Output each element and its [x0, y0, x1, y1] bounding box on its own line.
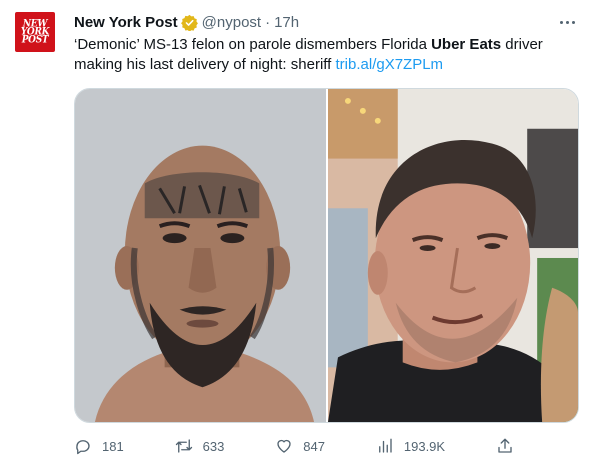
avatar-logo-line-3: POST — [21, 34, 49, 46]
reply-count: 181 — [102, 438, 124, 454]
tweet-header: New York Post @nypost · 17h — [74, 12, 299, 32]
avatar[interactable]: NEW YORK POST — [15, 12, 55, 52]
header-separator: · — [265, 13, 271, 31]
reply-button[interactable]: 181 — [74, 437, 124, 455]
reply-icon — [76, 440, 90, 455]
more-options-icon[interactable] — [557, 12, 577, 32]
heart-icon — [277, 439, 291, 453]
retweet-icon — [175, 439, 192, 453]
tweet-timestamp[interactable]: 17h — [274, 14, 299, 31]
tweet-link[interactable]: trib.al/gX7ZPLm — [336, 56, 444, 73]
account-handle[interactable]: @nypost — [202, 14, 261, 31]
tweet-media[interactable] — [74, 88, 579, 423]
retweet-count: 633 — [202, 438, 225, 454]
mugshot-photo[interactable] — [75, 89, 326, 422]
tweet-text: ‘Demonic’ MS-13 felon on parole dismembe… — [74, 35, 574, 75]
tweet-actions: 181 633 847 193.9K — [74, 434, 514, 458]
tweet-text-bold: Uber Eats — [431, 36, 502, 53]
tweet-card[interactable]: NEW YORK POST New York Post @nypost · 17… — [0, 0, 595, 465]
retweet-button[interactable]: 633 — [175, 437, 225, 455]
tweet-text-part-1: ‘Demonic’ MS-13 felon on parole dismembe… — [74, 36, 432, 53]
views-button[interactable]: 193.9K — [376, 437, 445, 455]
share-icon — [498, 438, 512, 453]
verified-badge-icon[interactable] — [180, 14, 198, 31]
share-button[interactable] — [496, 437, 514, 455]
victim-selfie-photo[interactable] — [328, 89, 578, 422]
like-count: 847 — [303, 438, 325, 454]
account-name[interactable]: New York Post — [74, 14, 178, 31]
view-count: 193.9K — [403, 438, 446, 454]
views-icon — [378, 438, 392, 453]
like-button[interactable]: 847 — [275, 437, 325, 455]
